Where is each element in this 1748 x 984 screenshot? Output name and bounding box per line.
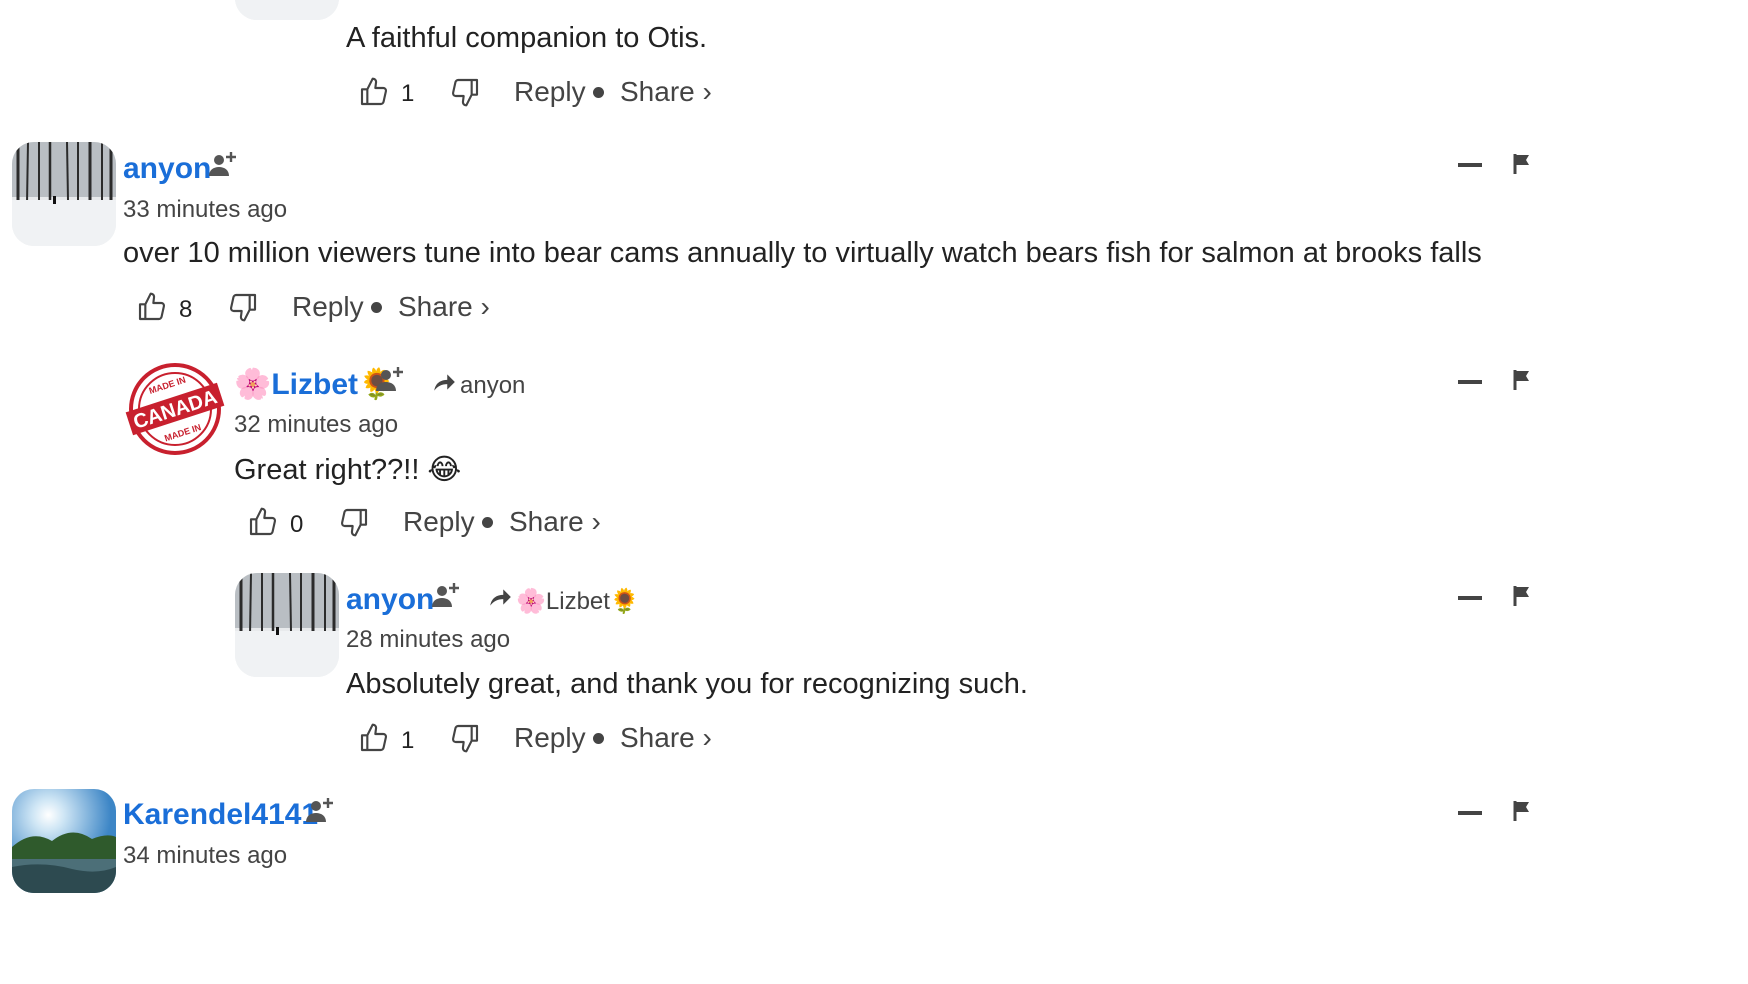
like-count: 1 xyxy=(401,727,415,754)
username[interactable]: Karendel4141 xyxy=(123,798,318,832)
reply-button[interactable]: Reply xyxy=(514,76,586,108)
reply-arrow-icon xyxy=(487,584,513,610)
username[interactable]: anyon xyxy=(346,583,434,617)
follow-user-icon[interactable] xyxy=(374,363,406,395)
made-in-canada-stamp: MADE IN CANADA MADE IN xyxy=(123,357,227,461)
thumbs-up-icon[interactable] xyxy=(247,506,279,538)
avatar-image xyxy=(12,789,116,893)
like-count: 0 xyxy=(290,511,304,538)
reply-button[interactable]: Reply xyxy=(514,722,586,754)
reply-to-username[interactable]: 🌸Lizbet🌻 xyxy=(516,587,640,616)
comment-text: Great right??!! 😂 xyxy=(234,454,462,486)
flag-icon[interactable] xyxy=(1512,152,1532,176)
reply-button[interactable]: Reply xyxy=(403,506,475,538)
avatar[interactable]: MADE IN CANADA MADE IN xyxy=(123,357,227,461)
timestamp[interactable]: 34 minutes ago xyxy=(123,842,287,870)
reply-to-username[interactable]: anyon xyxy=(460,372,525,400)
flag-icon[interactable] xyxy=(1512,368,1532,392)
flag-icon[interactable] xyxy=(1512,584,1532,608)
comment-text: A faithful companion to Otis. xyxy=(346,22,708,54)
collapse-icon[interactable] xyxy=(1458,811,1482,815)
username[interactable]: 🌸Lizbet🌻 xyxy=(234,367,395,402)
thumbs-down-icon[interactable] xyxy=(449,722,481,754)
avatar[interactable] xyxy=(235,573,339,677)
share-button[interactable]: Share › xyxy=(509,506,601,538)
follow-user-icon[interactable] xyxy=(207,148,239,180)
comment-text: over 10 million viewers tune into bear c… xyxy=(123,237,1482,269)
separator-dot xyxy=(482,517,493,528)
follow-user-icon[interactable] xyxy=(430,579,462,611)
thumbs-down-icon[interactable] xyxy=(227,291,259,323)
thumbs-up-icon[interactable] xyxy=(136,291,168,323)
share-button[interactable]: Share › xyxy=(620,76,712,108)
thumbs-up-icon[interactable] xyxy=(358,76,390,108)
timestamp[interactable]: 28 minutes ago xyxy=(346,626,510,654)
avatar[interactable] xyxy=(12,789,116,893)
collapse-icon[interactable] xyxy=(1458,596,1482,600)
timestamp[interactable]: 33 minutes ago xyxy=(123,196,287,224)
reply-arrow-icon xyxy=(431,369,457,395)
avatar[interactable] xyxy=(12,142,116,246)
thumbs-up-icon[interactable] xyxy=(358,722,390,754)
thumbs-down-icon[interactable] xyxy=(338,506,370,538)
avatar-image xyxy=(235,573,339,677)
comment-text: Absolutely great, and thank you for reco… xyxy=(346,668,1028,700)
follow-user-icon[interactable] xyxy=(304,794,336,826)
reply-button[interactable]: Reply xyxy=(292,291,364,323)
like-count: 8 xyxy=(179,296,193,323)
like-count: 1 xyxy=(401,80,415,107)
avatar-image xyxy=(235,0,339,20)
separator-dot xyxy=(371,302,382,313)
timestamp[interactable]: 32 minutes ago xyxy=(234,411,398,439)
username[interactable]: anyon xyxy=(123,152,211,186)
thumbs-down-icon[interactable] xyxy=(449,76,481,108)
avatar[interactable] xyxy=(235,0,339,20)
separator-dot xyxy=(593,87,604,98)
flag-icon[interactable] xyxy=(1512,799,1532,823)
share-button[interactable]: Share › xyxy=(620,722,712,754)
separator-dot xyxy=(593,733,604,744)
share-button[interactable]: Share › xyxy=(398,291,490,323)
avatar-image xyxy=(12,142,116,246)
collapse-icon[interactable] xyxy=(1458,380,1482,384)
collapse-icon[interactable] xyxy=(1458,163,1482,167)
